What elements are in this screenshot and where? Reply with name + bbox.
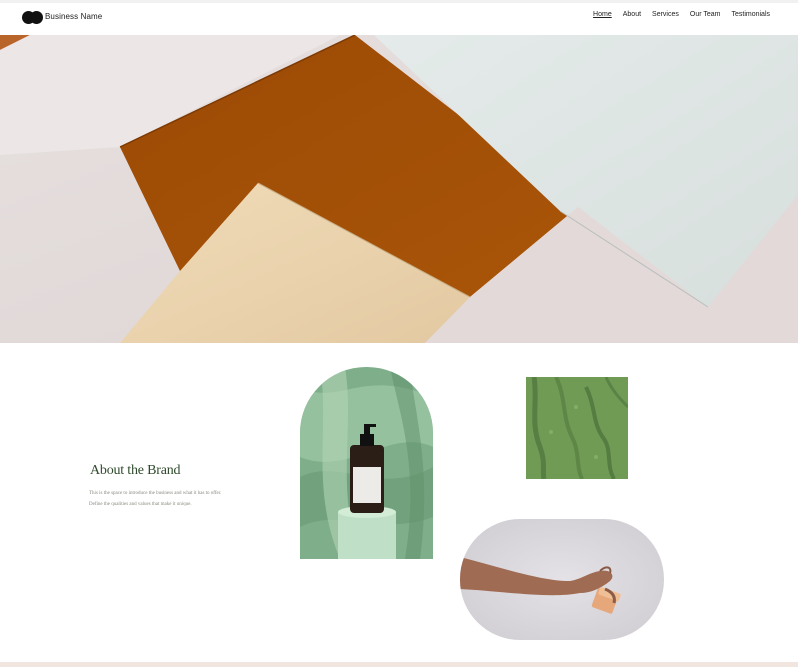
hand-soap-image: [460, 519, 664, 640]
hero-paper-collage: [0, 35, 798, 343]
product-bottle-image: [300, 367, 433, 559]
nav-testimonials[interactable]: Testimonials: [731, 11, 770, 18]
logo-icon[interactable]: [22, 11, 43, 25]
green-powder-image: [526, 377, 628, 479]
footer-strip: [0, 662, 798, 667]
site-header: Business Name Home About Services Our Te…: [0, 0, 798, 35]
about-title: About the Brand: [90, 463, 181, 478]
about-body: This is the space to introduce the busin…: [89, 488, 259, 510]
nav-home[interactable]: Home: [593, 11, 612, 18]
about-body-line2: Define the qualities and values that mak…: [89, 502, 192, 507]
main-nav: Home About Services Our Team Testimonial…: [593, 11, 770, 18]
about-body-line1: This is the space to introduce the busin…: [89, 491, 222, 496]
hero-image: [0, 35, 798, 343]
nav-about[interactable]: About: [623, 11, 641, 18]
business-name[interactable]: Business Name: [45, 12, 102, 21]
nav-our-team[interactable]: Our Team: [690, 11, 721, 18]
about-section: About the Brand This is the space to int…: [0, 343, 798, 667]
nav-services[interactable]: Services: [652, 11, 679, 18]
